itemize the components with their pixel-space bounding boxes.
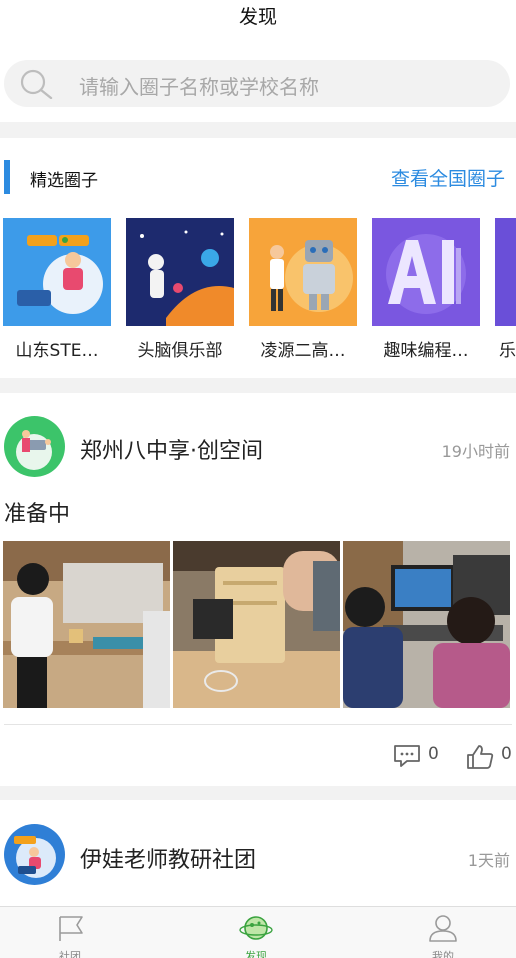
flag-icon xyxy=(59,916,83,941)
circle-carousel[interactable]: 山东STE… 头脑俱乐部 凌源二高… 趣味编程… 乐 xyxy=(3,218,516,368)
thumbs-up-icon xyxy=(467,745,494,769)
circle-card[interactable]: 凌源二高… xyxy=(249,218,357,361)
search-bar[interactable]: 请输入圈子名称或学校名称 xyxy=(4,60,510,107)
circle-thumbnail xyxy=(372,218,480,326)
post-card[interactable]: 郑州八中享·创空间 19小时前 准备中 0 0 xyxy=(0,393,516,786)
circle-label: 凌源二高… xyxy=(260,341,346,361)
post-photo[interactable] xyxy=(3,541,170,708)
post-timestamp: 19小时前 xyxy=(441,442,510,461)
tab-label: 社团 xyxy=(59,950,81,958)
circle-label: 山东STE… xyxy=(15,341,99,361)
circle-thumbnail xyxy=(126,218,234,326)
circle-label: 趣味编程… xyxy=(383,341,469,361)
post-timestamp: 1天前 xyxy=(467,851,510,870)
comment-count: 0 xyxy=(428,744,439,764)
post-author-name[interactable]: 伊娃老师教研社团 xyxy=(80,842,256,874)
circle-card[interactable]: 乐 xyxy=(495,218,516,361)
circle-label: 头脑俱乐部 xyxy=(137,341,223,361)
avatar[interactable] xyxy=(4,824,65,885)
section-accent-bar xyxy=(4,160,10,194)
like-button[interactable]: 0 xyxy=(466,744,514,770)
tab-label: 发现 xyxy=(245,950,267,958)
post-photo[interactable] xyxy=(173,541,340,708)
circle-card[interactable]: 头脑俱乐部 xyxy=(126,218,234,361)
circle-card[interactable]: 趣味编程… xyxy=(372,218,480,361)
circle-thumbnail xyxy=(249,218,357,326)
header: 发现 请输入圈子名称或学校名称 xyxy=(0,0,516,122)
post-card[interactable]: 伊娃老师教研社团 1天前 xyxy=(0,800,516,906)
search-input[interactable]: 请输入圈子名称或学校名称 xyxy=(79,71,319,100)
post-author-name[interactable]: 郑州八中享·创空间 xyxy=(80,433,263,465)
section-title: 精选圈子 xyxy=(30,171,98,191)
tab-club[interactable]: 社团 xyxy=(40,913,100,958)
avatar[interactable] xyxy=(4,416,65,477)
circle-card[interactable]: 山东STE… xyxy=(3,218,111,361)
like-count: 0 xyxy=(501,744,512,764)
tab-profile[interactable]: 我的 xyxy=(413,913,473,958)
view-all-circles-link[interactable]: 查看全国圈子 xyxy=(391,164,505,191)
tab-label: 我的 xyxy=(432,950,454,958)
page-title: 发现 xyxy=(238,6,277,28)
circle-thumbnail xyxy=(495,218,516,326)
search-icon xyxy=(20,69,53,99)
tab-discover[interactable]: 发现 xyxy=(226,913,286,958)
featured-circles-section: 精选圈子 查看全国圈子 山东STE… 头脑俱乐部 凌源二高… 趣味编程… 乐 xyxy=(0,138,516,378)
comment-icon xyxy=(394,745,420,767)
circle-thumbnail xyxy=(3,218,111,326)
post-divider xyxy=(4,724,512,725)
planet-icon xyxy=(239,916,273,940)
post-text: 准备中 xyxy=(4,502,71,527)
circle-label: 乐 xyxy=(499,341,516,361)
comment-button[interactable]: 0 xyxy=(393,744,441,770)
post-photo[interactable] xyxy=(343,541,510,708)
person-icon xyxy=(429,915,457,942)
bottom-tab-bar: 社团 发现 我的 xyxy=(0,906,516,958)
